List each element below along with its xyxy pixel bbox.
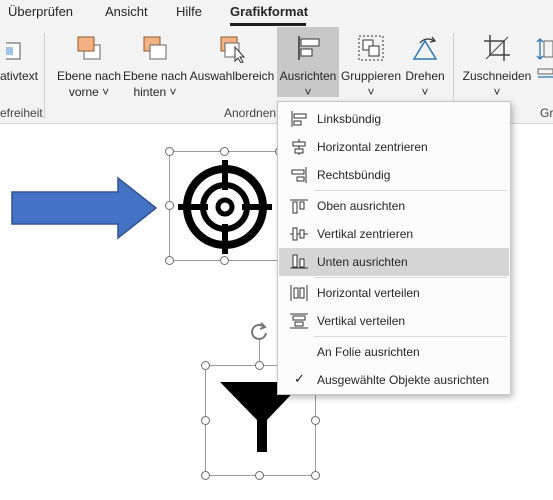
menu-separator [314,336,507,337]
checkmark-icon: ✓ [294,371,305,386]
distribute-vertical-icon [290,313,308,329]
menu-separator [314,190,507,191]
menu-item-align-center[interactable]: Horizontal zentrieren [279,133,509,161]
bring-forward-icon [77,36,101,60]
align-right-icon [291,167,307,183]
crop-button[interactable]: Zuschneiden ˅ [460,27,534,107]
distribute-horizontal-icon [290,285,308,301]
tab-help[interactable]: Hilfe [176,4,202,19]
accessibility-group-label: efreiheit [0,106,43,120]
menu-item-align-right[interactable]: Rechtsbündig [279,161,509,189]
menu-item-align-top[interactable]: Oben ausrichten [279,192,509,220]
arrange-group-label: Anordnen [224,106,277,120]
align-top-icon [290,199,308,214]
align-bottom-icon [290,254,308,269]
align-button[interactable]: Ausrichten ˅ [277,27,339,99]
resize-handle[interactable] [220,147,229,156]
crop-icon [484,35,510,61]
resize-handle[interactable] [201,471,210,480]
resize-handle[interactable] [220,256,229,265]
menu-item-align-to-slide[interactable]: An Folie ausrichten [279,338,509,366]
resize-handle[interactable] [201,361,210,370]
menu-separator [314,277,507,278]
menu-item-align-middle[interactable]: Vertikal zentrieren [279,220,509,248]
resize-handle[interactable] [165,147,174,156]
alt-text-button[interactable]: ativtext [0,27,40,107]
menu-item-distribute-horizontal[interactable]: Horizontal verteilen [279,279,509,307]
group-separator [44,33,45,119]
resize-handle[interactable] [165,201,174,210]
resize-handle[interactable] [165,256,174,265]
align-icon [298,36,320,60]
menu-item-align-left[interactable]: Linksbündig [279,105,509,133]
rotate-icon [412,36,438,60]
align-center-icon [292,139,306,155]
active-tab-indicator [230,23,306,26]
menu-item-distribute-vertical[interactable]: Vertikal verteilen [279,307,509,335]
ribbon-tab-bar: Überprüfen Ansicht Hilfe Grafikformat [0,0,553,27]
resize-handle[interactable] [311,471,320,480]
rotate-button[interactable]: Drehen ˅ [402,27,448,107]
blue-arrow-shape[interactable] [10,176,160,240]
send-backward-icon [143,36,167,60]
height-icon[interactable] [536,37,553,97]
group-icon [358,35,384,61]
rotate-handle-icon[interactable] [249,321,269,341]
align-left-icon [291,111,307,127]
group-button[interactable]: Gruppieren ˅ [340,27,402,107]
target-icon[interactable] [174,156,276,258]
resize-handle[interactable] [201,416,210,425]
size-group-label: Gr [540,106,553,120]
alt-text-icon [6,42,21,60]
tab-graphic-format[interactable]: Grafikformat [230,4,308,19]
menu-item-align-selected-objects[interactable]: ✓ Ausgewählte Objekte ausrichten [279,366,509,394]
send-backward-button[interactable]: Ebene nach hinten ˅ [122,27,188,107]
align-middle-icon [290,227,308,241]
tab-review[interactable]: Überprüfen [8,4,73,19]
selection-pane-icon [220,36,246,63]
tab-view[interactable]: Ansicht [105,4,148,19]
resize-handle[interactable] [255,471,264,480]
bring-forward-button[interactable]: Ebene nach vorne ˅ [56,27,122,107]
menu-item-align-bottom[interactable]: Unten ausrichten [279,248,509,276]
selection-pane-button[interactable]: Auswahlbereich [188,27,276,107]
resize-handle[interactable] [311,416,320,425]
resize-handle[interactable] [255,361,264,370]
align-dropdown-menu: Linksbündig Horizontal zentrieren Rechts… [277,101,511,395]
